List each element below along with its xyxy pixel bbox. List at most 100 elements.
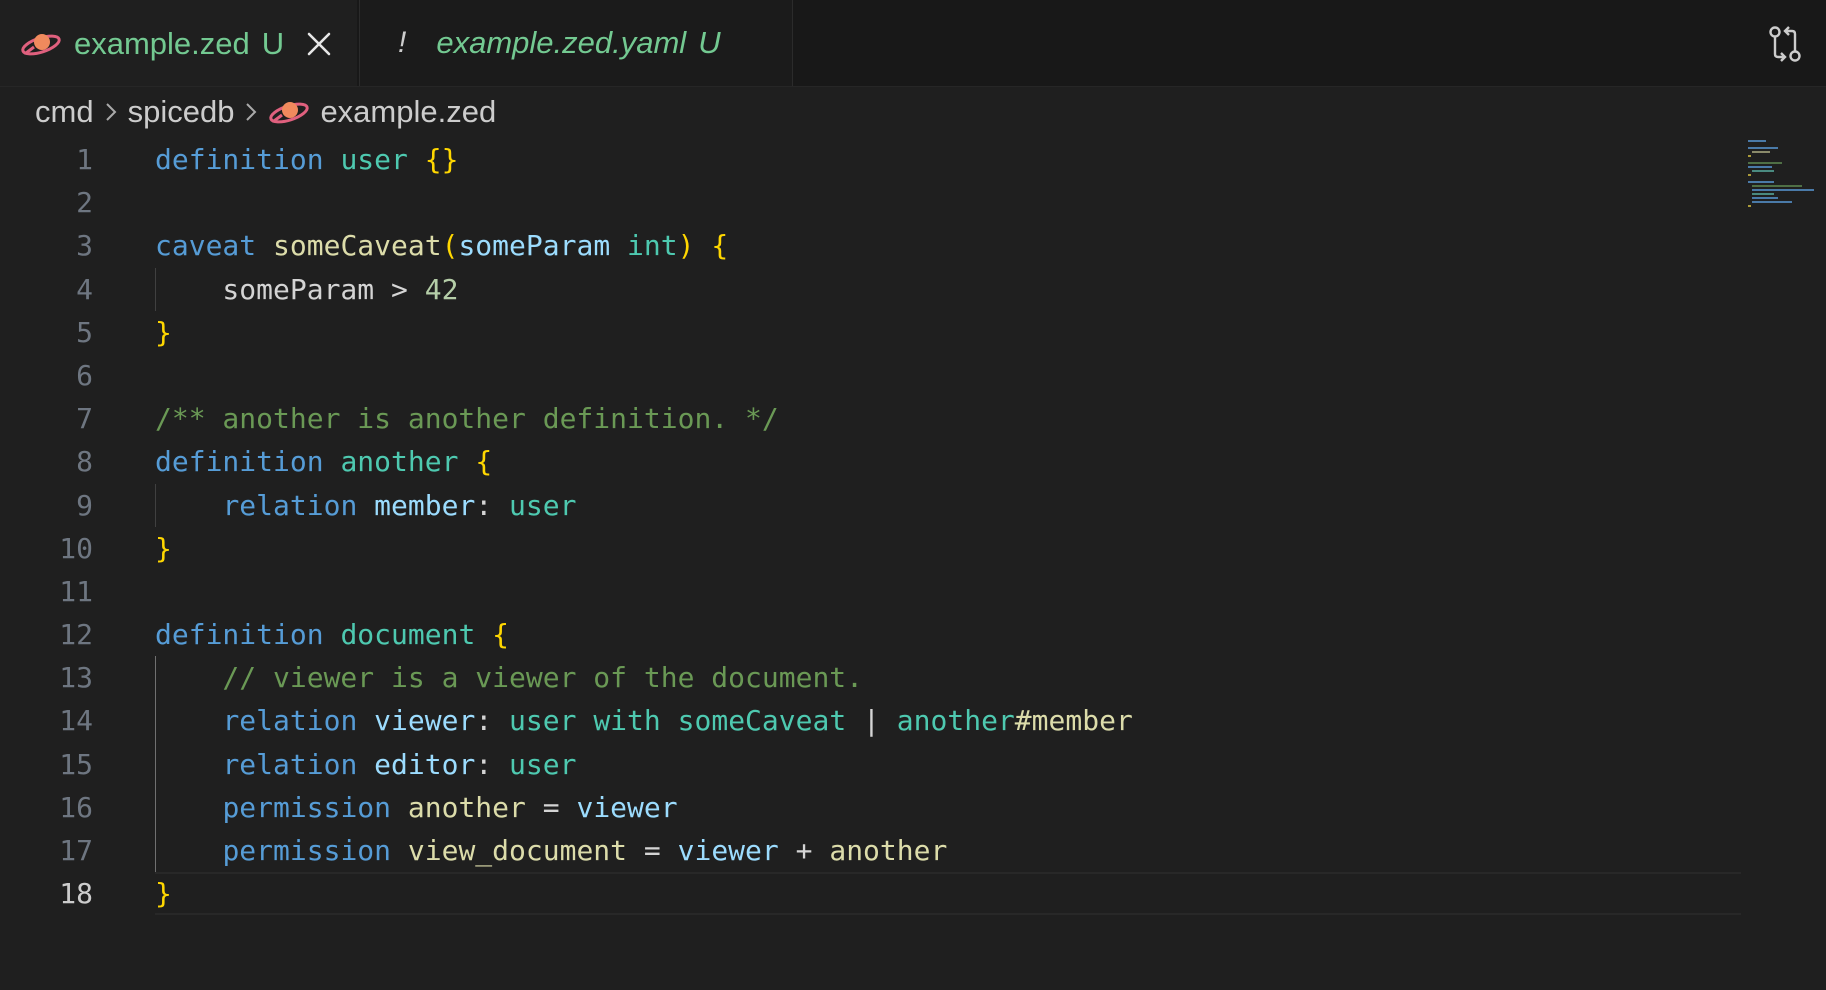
token-param: member bbox=[374, 488, 476, 522]
token-brace: { bbox=[475, 445, 493, 479]
token-brace: } bbox=[155, 877, 172, 911]
breadcrumb-item-cmd[interactable]: cmd bbox=[35, 94, 94, 130]
token-func: #member bbox=[1014, 704, 1133, 738]
code-line[interactable]: 15 relation editor: user bbox=[0, 743, 1740, 786]
code-line[interactable]: 18} bbox=[0, 872, 1740, 915]
token-brace: { bbox=[492, 618, 510, 652]
line-number: 8 bbox=[76, 445, 93, 479]
code-text: definition user {} bbox=[155, 138, 458, 181]
token-brace: ) bbox=[677, 229, 695, 263]
code-text: someParam > 42 bbox=[155, 268, 458, 311]
code-text: } bbox=[155, 311, 172, 354]
open-changes-icon[interactable] bbox=[1766, 24, 1804, 64]
code-text: } bbox=[155, 872, 172, 915]
line-number: 5 bbox=[76, 315, 93, 349]
line-number: 11 bbox=[59, 574, 93, 608]
line-number: 16 bbox=[59, 790, 93, 824]
token-param: someParam bbox=[458, 229, 611, 263]
code-line[interactable]: 16 permission another = viewer bbox=[0, 786, 1740, 829]
token-keyword: relation bbox=[222, 704, 358, 738]
token-type: someCaveat bbox=[677, 704, 847, 738]
token-text: : bbox=[475, 488, 510, 522]
token-keyword: definition bbox=[155, 618, 324, 652]
token-type: int bbox=[627, 229, 678, 263]
tab-label: example.zed.yaml bbox=[436, 25, 687, 60]
line-number: 3 bbox=[76, 229, 93, 263]
tab-bar: example.zed U ! example.zed.yaml U bbox=[0, 0, 1826, 87]
code-text: caveat someCaveat(someParam int) { bbox=[155, 224, 728, 267]
token-type: document bbox=[340, 618, 476, 652]
code-editor[interactable]: 1 definition user {} 2 3 caveat someCaveat(s… bbox=[0, 138, 1741, 916]
token-param: editor bbox=[374, 747, 476, 781]
token-func: view_document bbox=[407, 834, 628, 867]
token-text: = bbox=[525, 790, 577, 824]
code-text: definition document { bbox=[155, 613, 509, 656]
token-type: user bbox=[509, 488, 577, 522]
line-number: 7 bbox=[76, 402, 93, 436]
token-keyword: permission bbox=[222, 834, 392, 867]
breadcrumb-item-spicedb[interactable]: spicedb bbox=[128, 94, 235, 130]
tab-example-zed-yaml[interactable]: ! example.zed.yaml U bbox=[359, 0, 793, 86]
token-func: another bbox=[407, 790, 526, 824]
token-type: user bbox=[509, 747, 577, 781]
warning-icon: ! bbox=[398, 26, 407, 59]
code-text: permission another = viewer bbox=[155, 786, 678, 829]
token-param: viewer bbox=[677, 834, 779, 867]
code-line[interactable]: 9 relation member: user bbox=[0, 484, 1740, 527]
code-text: relation viewer: user with someCaveat | … bbox=[155, 699, 1133, 742]
code-line[interactable]: 7 /** another is another definition. */ bbox=[0, 397, 1740, 440]
spicedb-logo-icon bbox=[21, 34, 61, 56]
code-line[interactable]: 8 definition another { bbox=[0, 440, 1740, 483]
line-number: 1 bbox=[76, 143, 93, 176]
code-line[interactable]: 1 definition user {} bbox=[0, 138, 1740, 181]
line-number: 4 bbox=[76, 272, 93, 306]
code-text: } bbox=[155, 527, 172, 570]
tab-label: example.zed bbox=[74, 26, 250, 61]
token-keyword: relation bbox=[222, 488, 358, 522]
code-line[interactable]: 14 relation viewer: user with someCaveat… bbox=[0, 699, 1740, 742]
token-type: with bbox=[593, 704, 661, 738]
close-icon[interactable] bbox=[306, 31, 332, 57]
code-line[interactable]: 11 bbox=[0, 570, 1740, 613]
tab-example-zed[interactable]: example.zed U bbox=[0, 0, 357, 86]
token-text: : bbox=[475, 704, 510, 738]
token-param: viewer bbox=[576, 790, 678, 824]
code-line[interactable]: 4 someParam > 42 bbox=[0, 268, 1740, 311]
token-brace: {} bbox=[424, 143, 459, 176]
code-line[interactable]: 10} bbox=[0, 527, 1740, 570]
code-line[interactable]: 17 permission view_document = viewer + a… bbox=[0, 829, 1740, 872]
code-line[interactable]: 2 bbox=[0, 181, 1740, 224]
token-brace: { bbox=[711, 229, 729, 263]
code-line[interactable]: 13 // viewer is a viewer of the document… bbox=[0, 656, 1740, 699]
code-line[interactable]: 3 caveat someCaveat(someParam int) { bbox=[0, 224, 1740, 267]
token-brace: ( bbox=[441, 229, 459, 263]
token-number: 42 bbox=[424, 272, 459, 306]
code-text: permission view_document = viewer + anot… bbox=[155, 829, 947, 872]
code-text: relation editor: user bbox=[155, 743, 576, 786]
code-line[interactable]: 5} bbox=[0, 311, 1740, 354]
line-number: 12 bbox=[59, 618, 93, 652]
code-line[interactable]: 6 bbox=[0, 354, 1740, 397]
token-brace: } bbox=[155, 531, 172, 565]
breadcrumb-item-file[interactable]: example.zed bbox=[320, 94, 496, 130]
line-number: 17 bbox=[59, 834, 93, 867]
code-text: definition another { bbox=[155, 440, 492, 483]
chevron-right-icon bbox=[246, 103, 257, 121]
token-type: another bbox=[896, 704, 1015, 738]
line-number: 6 bbox=[76, 358, 93, 392]
breadcrumb: cmd spicedb example.zed bbox=[35, 92, 496, 132]
code-line[interactable]: 12 definition document { bbox=[0, 613, 1740, 656]
chevron-right-icon bbox=[105, 103, 116, 121]
minimap[interactable] bbox=[1748, 138, 1818, 213]
token-keyword: definition bbox=[155, 445, 324, 479]
